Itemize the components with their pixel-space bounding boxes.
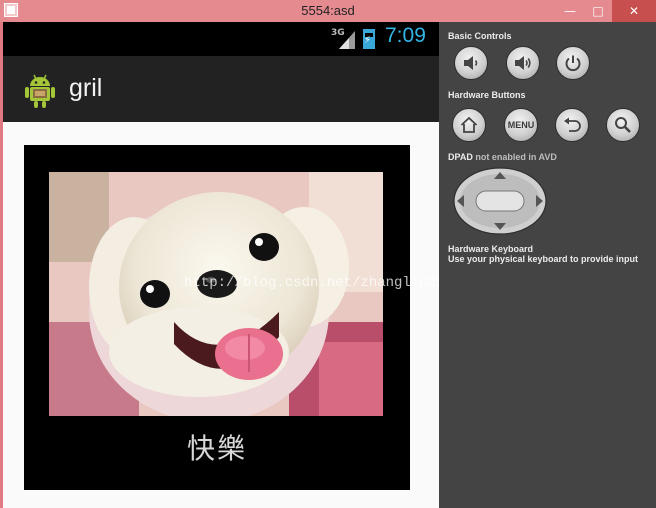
dpad-label-note: not enabled in AVD (475, 152, 557, 162)
hardware-keyboard-label: Hardware Keyboard (448, 244, 534, 254)
app-title: gril (69, 74, 103, 102)
window-title-bar[interactable]: 5554:asd — □ ✕ (0, 0, 656, 22)
dpad-control[interactable] (452, 166, 548, 236)
app-content: http://blog.csdn.net/zhanglinzh 快樂 ​ (3, 122, 439, 508)
hardware-keyboard-description: Use your physical keyboard to provide in… (448, 254, 639, 264)
close-button[interactable]: ✕ (612, 0, 656, 22)
maximize-button[interactable]: □ (584, 0, 612, 22)
power-button[interactable] (556, 46, 590, 80)
watermark-text: http://blog.csdn.net/zhanglinzh (184, 275, 439, 291)
home-button[interactable] (452, 108, 486, 142)
dpad-label-main: DPAD (448, 152, 473, 162)
power-icon (565, 55, 581, 72)
search-button[interactable] (606, 108, 640, 142)
status-bar: 3G 7:09 (3, 22, 439, 56)
menu-button[interactable]: MENU (504, 108, 538, 142)
photo-caption: 快樂 (186, 432, 247, 465)
emulator-control-panel: Basic Controls Hardware Buttons MENU DPA… (439, 22, 656, 508)
status-clock: 7:09 (385, 24, 426, 47)
volume-down-button[interactable] (454, 46, 488, 80)
basic-controls-label: Basic Controls (448, 31, 512, 41)
photo-caption-subtext: ​ (24, 463, 410, 472)
volume-up-icon (515, 56, 531, 70)
action-bar: gril (3, 56, 439, 122)
photo-frame: http://blog.csdn.net/zhanglinzh 快樂 ​ (24, 145, 439, 490)
volume-down-icon (464, 56, 478, 70)
menu-button-label: MENU (507, 120, 535, 130)
android-robot-icon[interactable] (23, 71, 57, 109)
dpad-label: DPAD not enabled in AVD (448, 152, 557, 162)
back-button[interactable] (555, 108, 589, 142)
battery-charging-icon (363, 29, 375, 49)
back-arrow-icon (564, 117, 581, 132)
home-icon (460, 116, 478, 133)
minimize-button[interactable]: — (556, 0, 584, 22)
dpad-center-button[interactable] (475, 190, 525, 212)
window-controls: — □ ✕ (556, 0, 656, 22)
hardware-buttons-label: Hardware Buttons (448, 90, 526, 100)
signal-strength-icon (339, 31, 355, 49)
emulator-screen[interactable]: 3G 7:09 gril (3, 22, 439, 508)
volume-up-button[interactable] (506, 46, 540, 80)
dog-photo[interactable] (49, 172, 383, 416)
search-icon (615, 117, 631, 133)
